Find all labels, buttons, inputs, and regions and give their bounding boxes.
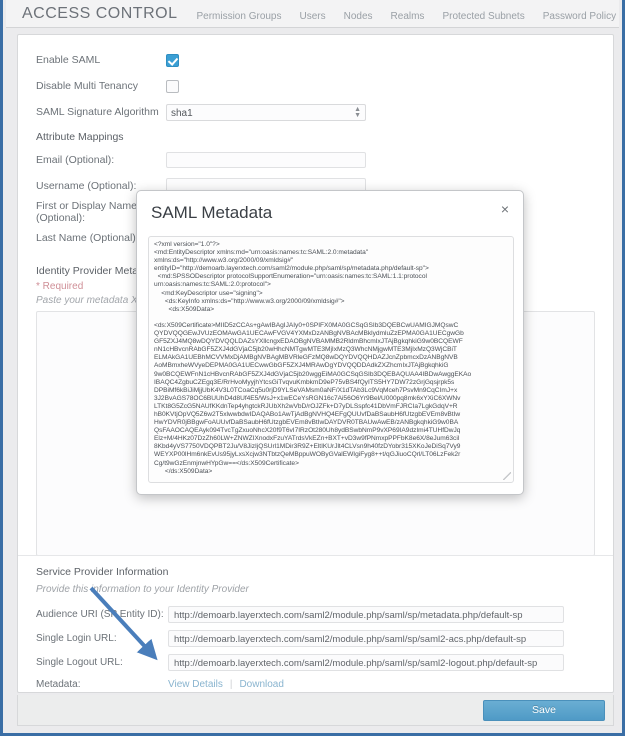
stepper-icon[interactable]: ▲▼ xyxy=(354,107,361,119)
signature-algorithm-select[interactable]: sha1 ▲▼ xyxy=(166,104,366,121)
field-enable-saml: Enable SAML xyxy=(36,47,595,73)
metadata-xml-content: <?xml version="1.0"?> <md:EntityDescript… xyxy=(149,237,513,480)
tab-protected-subnets[interactable]: Protected Subnets xyxy=(433,7,533,27)
audience-uri-input[interactable]: http://demoarb.layerxtech.com/saml2/modu… xyxy=(168,606,564,623)
service-provider-title: Service Provider Information xyxy=(36,566,595,578)
metadata-view-details-link[interactable]: View Details xyxy=(168,679,223,690)
tab-realms[interactable]: Realms xyxy=(382,7,434,27)
field-email-mapping: Email (Optional): xyxy=(36,147,595,173)
metadata-download-link[interactable]: Download xyxy=(239,679,283,690)
service-provider-section: Service Provider Information Provide thi… xyxy=(18,555,613,693)
row-metadata-links: Metadata: View Details | Download xyxy=(36,676,595,693)
saml-metadata-modal: SAML Metadata × <?xml version="1.0"?> <m… xyxy=(136,190,524,495)
row-single-logout-url: Single Logout URL: http://demoarb.layerx… xyxy=(36,652,595,673)
metadata-links: View Details | Download xyxy=(168,679,284,690)
metadata-label: Metadata: xyxy=(36,679,168,690)
disable-multi-tenancy-label: Disable Multi Tenancy xyxy=(36,80,166,92)
email-mapping-label: Email (Optional): xyxy=(36,154,166,166)
attribute-mappings-title: Attribute Mappings xyxy=(36,131,595,143)
field-signature-algorithm: SAML Signature Algorithm sha1 ▲▼ xyxy=(36,99,595,125)
app-frame: ACCESS CONTROL Permission Groups Users N… xyxy=(0,0,625,736)
tab-permission-groups[interactable]: Permission Groups xyxy=(187,7,290,27)
enable-saml-label: Enable SAML xyxy=(36,54,166,66)
top-navigation-bar: ACCESS CONTROL Permission Groups Users N… xyxy=(6,0,619,28)
screenshot-root: ACCESS CONTROL Permission Groups Users N… xyxy=(0,0,625,736)
save-button[interactable]: Save xyxy=(483,700,605,721)
audience-uri-label: Audience URI (SP Entity ID): xyxy=(36,609,168,620)
signature-algorithm-value: sha1 xyxy=(171,108,193,119)
tab-nodes[interactable]: Nodes xyxy=(335,7,382,27)
metadata-xml-textarea[interactable]: <?xml version="1.0"?> <md:EntityDescript… xyxy=(148,236,514,483)
row-single-login-url: Single Login URL: http://demoarb.layerxt… xyxy=(36,628,595,649)
field-disable-multi-tenancy: Disable Multi Tenancy xyxy=(36,73,595,99)
close-icon[interactable]: × xyxy=(498,202,512,216)
modal-title: SAML Metadata xyxy=(137,191,523,223)
enable-saml-checkbox[interactable] xyxy=(166,54,179,67)
resize-handle-icon[interactable] xyxy=(503,472,511,480)
tab-users[interactable]: Users xyxy=(291,7,335,27)
email-mapping-input[interactable] xyxy=(166,152,366,168)
single-login-url-input[interactable]: http://demoarb.layerxtech.com/saml2/modu… xyxy=(168,630,564,647)
disable-multi-tenancy-checkbox[interactable] xyxy=(166,80,179,93)
link-separator: | xyxy=(230,679,233,690)
single-login-url-label: Single Login URL: xyxy=(36,633,168,644)
service-provider-subtitle: Provide this information to your Identit… xyxy=(36,584,595,595)
nav-tabs: Permission Groups Users Nodes Realms Pro… xyxy=(187,0,625,27)
footer-bar: Save xyxy=(17,695,614,726)
single-logout-url-label: Single Logout URL: xyxy=(36,657,168,668)
page-title: ACCESS CONTROL xyxy=(6,5,187,27)
row-audience-uri: Audience URI (SP Entity ID): http://demo… xyxy=(36,604,595,625)
signature-algorithm-label: SAML Signature Algorithm xyxy=(36,106,166,118)
single-logout-url-input[interactable]: http://demoarb.layerxtech.com/saml2/modu… xyxy=(168,654,564,671)
tab-password-policy[interactable]: Password Policy xyxy=(534,7,625,27)
